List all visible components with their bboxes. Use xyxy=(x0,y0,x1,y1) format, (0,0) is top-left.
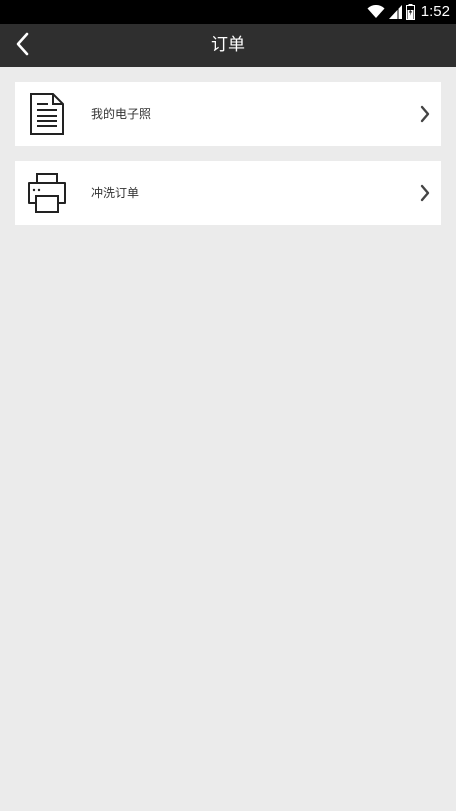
battery-icon xyxy=(405,4,415,20)
document-icon xyxy=(25,92,69,136)
printer-icon xyxy=(25,171,69,215)
list-item-my-photos[interactable]: 我的电子照 xyxy=(15,82,441,146)
status-time: 1:52 xyxy=(420,3,450,20)
wifi-icon xyxy=(367,5,385,19)
order-list: 我的电子照 冲洗订单 xyxy=(15,82,441,240)
status-icons: 1:52 xyxy=(367,3,450,21)
list-item-print-orders[interactable]: 冲洗订单 xyxy=(15,161,441,225)
list-item-label: 冲洗订单 xyxy=(91,186,140,200)
chevron-right-icon xyxy=(420,184,430,202)
page-title: 订单 xyxy=(211,35,245,55)
app-bar: 订单 xyxy=(0,24,456,67)
status-bar: 1:52 xyxy=(0,0,456,24)
chevron-right-icon xyxy=(420,105,430,123)
signal-icon xyxy=(388,5,402,19)
list-item-label: 我的电子照 xyxy=(91,107,152,121)
